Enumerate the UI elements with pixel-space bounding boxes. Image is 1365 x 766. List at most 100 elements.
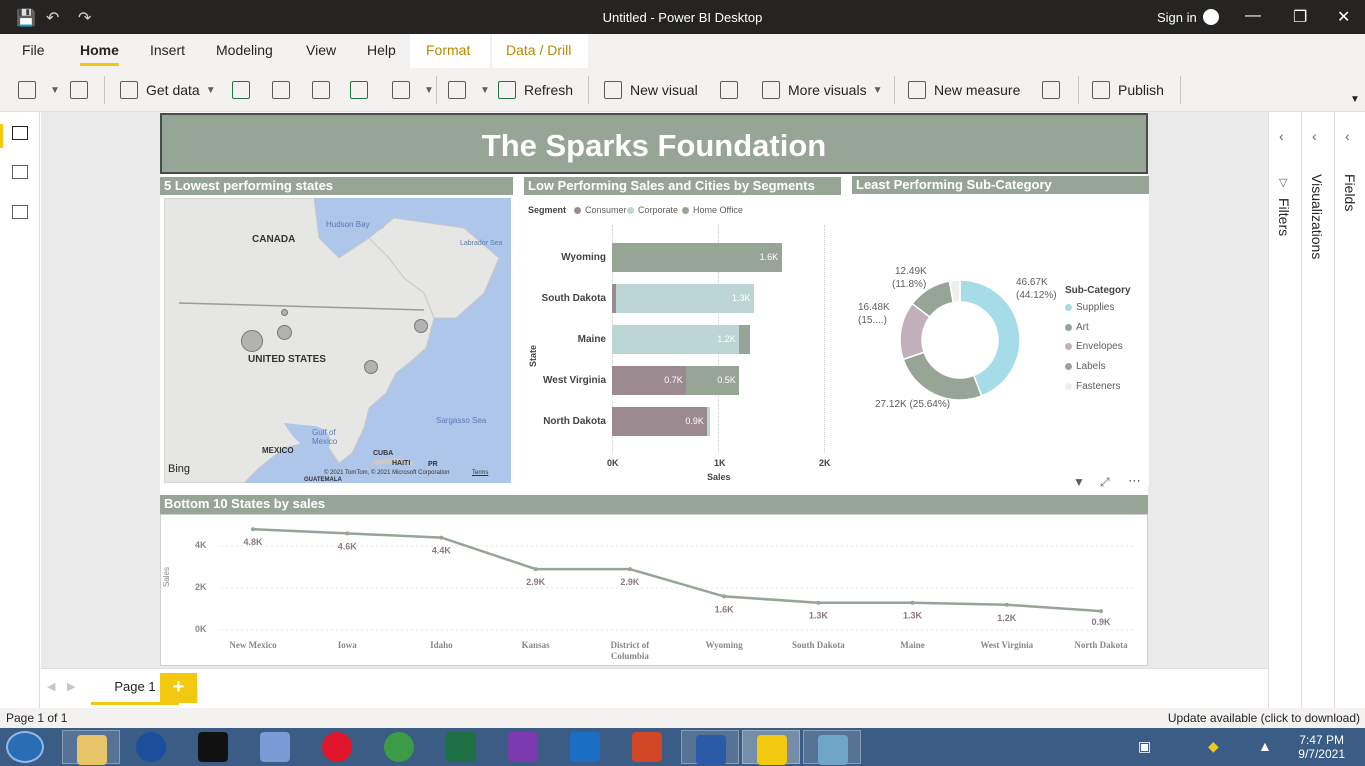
line-point[interactable] <box>627 567 632 572</box>
enter-data-button[interactable] <box>350 78 376 102</box>
map-title: 5 Lowest performing states <box>160 177 513 195</box>
format-painter-button[interactable] <box>70 78 96 102</box>
powerpoint-icon[interactable] <box>632 732 662 762</box>
refresh-button[interactable]: Refresh <box>498 78 573 102</box>
tab-help[interactable]: Help <box>367 42 396 58</box>
filter-icon[interactable]: ▼ <box>1073 475 1085 489</box>
next-page-icon[interactable]: ▶ <box>67 680 75 693</box>
sales-line[interactable] <box>252 527 1102 613</box>
focus-mode-icon[interactable]: ⤢ <box>1100 475 1110 490</box>
map-visual[interactable]: CANADA UNITED STATES MEXICO Hudson Bay L… <box>164 198 511 483</box>
donut-visual[interactable]: 46.67K (44.12%) 27.12K (25.64%) 16.48K (… <box>852 194 1149 486</box>
new-measure-button[interactable]: New measure <box>908 78 1020 102</box>
restore-icon[interactable]: ❐ <box>1293 7 1307 27</box>
tab-file[interactable]: File <box>22 42 45 58</box>
collapse-filters-icon[interactable]: ‹ <box>1279 128 1284 144</box>
more-visuals-button[interactable]: More visuals ▼ <box>762 78 883 102</box>
map-copyright: © 2021 TomTom, © 2021 Microsoft Corporat… <box>324 470 450 476</box>
map-bubble[interactable] <box>277 325 292 340</box>
terminal-icon[interactable] <box>198 732 228 762</box>
bar-home-office[interactable] <box>612 243 782 272</box>
bar-home-office[interactable] <box>739 325 750 354</box>
chrome-icon[interactable] <box>384 732 414 762</box>
keyboard-icon[interactable] <box>260 732 290 762</box>
bluetooth-icon[interactable] <box>136 732 166 762</box>
collapse-visualizations-icon[interactable]: ‹ <box>1312 128 1317 144</box>
excel-taskbar-icon[interactable] <box>446 732 476 762</box>
sign-in-link[interactable]: Sign in <box>1157 10 1197 25</box>
quick-measure-button[interactable] <box>1042 78 1068 102</box>
tray-volume-icon[interactable]: ▲ <box>1258 738 1272 754</box>
publish-button[interactable]: Publish <box>1092 78 1164 102</box>
tab-data-drill[interactable]: Data / Drill <box>506 42 571 58</box>
map-bubble[interactable] <box>364 360 378 374</box>
paste-button[interactable]: ▼ <box>18 78 60 102</box>
report-view-icon[interactable] <box>12 126 28 140</box>
onenote-icon[interactable] <box>508 732 538 762</box>
line-point[interactable] <box>1099 609 1103 614</box>
taskbar-explorer[interactable] <box>62 730 120 765</box>
map-bubble[interactable] <box>414 319 428 333</box>
line-point[interactable] <box>722 594 727 599</box>
tab-modeling[interactable]: Modeling <box>216 42 273 58</box>
get-data-button[interactable]: Get data ▼ <box>120 78 216 102</box>
new-measure-label: New measure <box>934 82 1021 98</box>
line-point[interactable] <box>816 600 821 605</box>
tab-home[interactable]: Home <box>80 42 119 66</box>
ribbon-collapse-icon[interactable]: ▼ <box>1350 94 1360 105</box>
transform-data-button[interactable]: ▼ <box>448 78 490 102</box>
recent-sources-button[interactable]: ▼ <box>392 78 434 102</box>
filters-pane[interactable]: ‹ ▽ Filters <box>1268 112 1300 708</box>
bar-chart-visual[interactable]: Segment Consumer Corporate Home Office S… <box>524 195 841 486</box>
tray-security-icon[interactable]: ▣ <box>1138 738 1151 755</box>
line-chart-visual[interactable]: Sales 4K 2K 0K 4.8K New Mexico 4.6K Iowa 4.4… <box>160 514 1148 666</box>
bar-corporate[interactable] <box>707 407 710 436</box>
sql-button[interactable] <box>312 78 338 102</box>
map-bubble[interactable] <box>281 309 288 316</box>
account-avatar[interactable] <box>1203 9 1219 25</box>
map-bubble[interactable] <box>241 330 263 352</box>
line-point[interactable] <box>1004 602 1009 607</box>
line-point[interactable] <box>910 600 915 605</box>
add-page-button[interactable]: + <box>160 673 197 703</box>
minimize-icon[interactable]: — <box>1245 7 1261 25</box>
more-visuals-label: More visuals <box>788 82 867 98</box>
get-data-label: Get data <box>146 82 200 98</box>
donut-legend-fasteners: Fasteners <box>1065 381 1120 392</box>
tray-network-icon[interactable]: ◆ <box>1208 738 1219 755</box>
fields-pane-label: Fields <box>1342 174 1358 212</box>
tab-view[interactable]: View <box>306 42 336 58</box>
donut-slice-art[interactable] <box>902 351 983 401</box>
collapse-fields-icon[interactable]: ‹ <box>1345 128 1350 144</box>
map-terms-link[interactable]: Terms <box>472 470 488 476</box>
start-button[interactable] <box>6 731 44 763</box>
line-point[interactable] <box>251 527 255 532</box>
excel-button[interactable] <box>232 78 258 102</box>
close-icon[interactable]: ✕ <box>1337 7 1350 27</box>
tab-insert[interactable]: Insert <box>150 42 185 58</box>
model-view-icon[interactable] <box>12 205 28 219</box>
data-view-icon[interactable] <box>12 165 28 179</box>
fields-pane[interactable]: ‹ Fields <box>1334 112 1365 708</box>
donut-label-envelopes-value: 16.48K <box>858 302 890 313</box>
taskbar-powerbi[interactable] <box>742 730 800 765</box>
line-point[interactable] <box>439 535 444 540</box>
prev-page-icon[interactable]: ◀ <box>47 680 55 693</box>
taskbar-photos[interactable] <box>803 730 861 765</box>
line-point[interactable] <box>533 567 538 572</box>
update-link[interactable]: Update available (click to download) <box>1168 711 1360 725</box>
dataset-button[interactable] <box>272 78 298 102</box>
line-chart-title: Bottom 10 States by sales <box>160 495 1148 514</box>
table-icon <box>350 81 368 99</box>
tab-format[interactable]: Format <box>426 42 470 58</box>
visualizations-pane[interactable]: ‹ Visualizations <box>1301 112 1333 708</box>
system-clock[interactable]: 7:47 PM 9/7/2021 <box>1298 733 1345 761</box>
new-visual-button[interactable]: New visual <box>604 78 698 102</box>
opera-icon[interactable] <box>322 732 352 762</box>
line-point[interactable] <box>345 531 350 536</box>
text-box-button[interactable] <box>720 78 746 102</box>
more-options-icon[interactable]: ⋯ <box>1128 473 1141 489</box>
taskbar-word[interactable] <box>681 730 739 765</box>
outlook-icon[interactable] <box>570 732 600 762</box>
line-category-label: West Virginia <box>980 640 1033 650</box>
